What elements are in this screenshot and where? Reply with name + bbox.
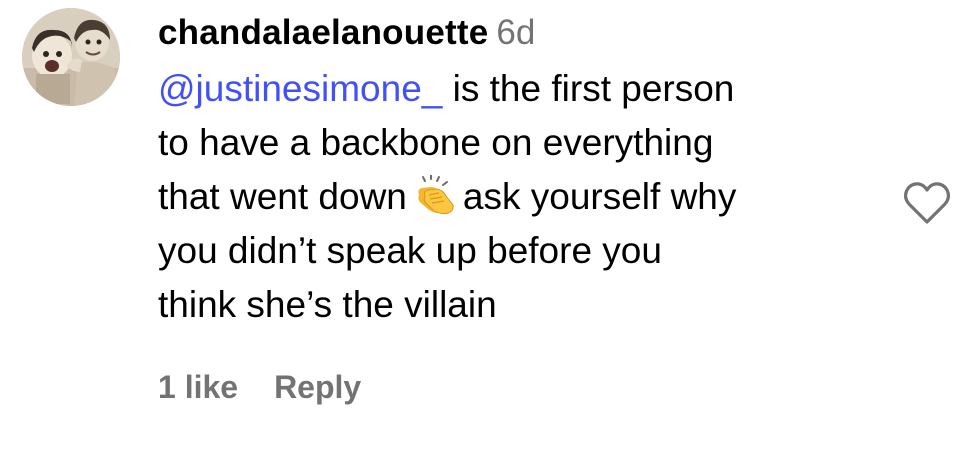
comment-text-segment: is the first person <box>442 68 735 109</box>
avatar-photo <box>22 8 120 106</box>
comment-body: chandalaelanouette 6d @justinesimone_ is … <box>158 10 878 332</box>
username-link[interactable]: chandalaelanouette <box>158 13 488 52</box>
comment: chandalaelanouette 6d @justinesimone_ is … <box>0 0 980 458</box>
clapping-hands-icon <box>418 175 454 215</box>
comment-text-segment: that went down <box>158 176 407 217</box>
comment-header: chandalaelanouette 6d <box>158 10 878 56</box>
comment-line-1: @justinesimone_ is the first person <box>158 62 878 116</box>
reply-button[interactable]: Reply <box>274 369 361 405</box>
comment-actions: 1 like Reply <box>158 365 361 409</box>
comment-text-segment: ask yourself why <box>462 176 737 217</box>
comment-line-5: think she’s the villain <box>158 284 497 325</box>
timestamp: 6d <box>496 13 536 52</box>
comment-text: @justinesimone_ is the first person to h… <box>158 62 878 332</box>
likes-count-button[interactable]: 1 like <box>158 369 238 405</box>
comment-line-4: you didn’t speak up before you <box>158 230 662 271</box>
mention-link[interactable]: @justinesimone_ <box>158 68 442 109</box>
like-button[interactable] <box>902 180 952 226</box>
avatar[interactable] <box>22 8 120 106</box>
comment-line-3: that went down ask yourself why <box>158 170 878 224</box>
comment-line-2: to have a backbone on everything <box>158 122 714 163</box>
heart-icon <box>903 182 951 224</box>
